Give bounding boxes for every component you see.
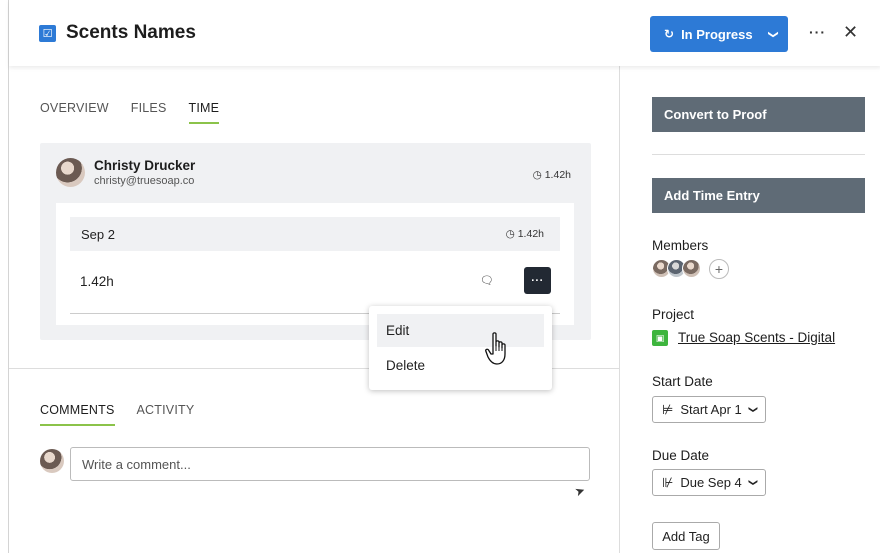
more-options-button[interactable]: ···	[809, 24, 826, 40]
tab-time[interactable]: TIME	[188, 101, 220, 124]
calendar-start-icon: ⊭	[662, 401, 674, 417]
start-date-button[interactable]: ⊭ Start Apr 1 ❯	[652, 396, 767, 423]
project-folder-icon: ▣	[652, 330, 668, 346]
tab-activity[interactable]: ACTIVITY	[137, 403, 195, 426]
menu-item-edit[interactable]: Edit	[377, 314, 544, 347]
entry-hours: 1.42h	[80, 274, 114, 289]
progress-icon: ↻	[664, 27, 675, 41]
task-header: ☑ Scents Names ↻ In Progress ❯ ··· ✕	[9, 0, 880, 66]
date-label: Sep 2	[81, 227, 115, 242]
clock-icon: ◷	[505, 228, 515, 240]
chevron-down-icon: ❯	[767, 29, 779, 39]
add-member-icon[interactable]: +	[709, 259, 729, 279]
tab-comments[interactable]: COMMENTS	[40, 403, 115, 426]
avatar	[56, 158, 85, 187]
convert-to-proof-button[interactable]: Convert to Proof	[652, 97, 865, 132]
sidebar: Convert to Proof Add Time Entry Members …	[619, 66, 880, 553]
project-label: Project	[652, 307, 695, 322]
chevron-down-icon: ❯	[748, 478, 759, 487]
status-dropdown-button[interactable]: ↻ In Progress ❯	[650, 16, 788, 52]
calendar-due-icon: ⊮	[662, 474, 674, 490]
tab-overview[interactable]: OVERVIEW	[40, 101, 109, 124]
comment-tabs: COMMENTS ACTIVITY	[40, 403, 194, 426]
user-name: Christy Drucker	[94, 158, 196, 173]
task-title: Scents Names	[66, 22, 196, 43]
avatar	[40, 449, 64, 473]
task-checkbox-icon: ☑	[39, 25, 56, 42]
comment-icon[interactable]: 🗨	[480, 274, 494, 287]
close-button[interactable]: ✕	[843, 22, 858, 43]
send-icon[interactable]: ➤	[573, 483, 587, 500]
add-time-entry-button[interactable]: Add Time Entry	[652, 178, 865, 213]
entry-context-menu: Edit Delete	[369, 306, 552, 390]
date-group-row: Sep 2 ◷ 1.42h	[70, 217, 560, 251]
user-total-time: ◷ 1.42h	[532, 169, 571, 181]
date-total-time: ◷ 1.42h	[505, 228, 544, 240]
detail-tabs: OVERVIEW FILES TIME	[40, 101, 220, 124]
divider	[652, 154, 865, 155]
user-email: christy@truesoap.co	[94, 175, 195, 187]
chevron-down-icon: ❯	[748, 405, 759, 414]
due-date-label: Due Date	[652, 448, 710, 463]
clock-icon: ◷	[532, 169, 542, 181]
add-tag-button[interactable]: Add Tag	[652, 522, 720, 550]
tab-files[interactable]: FILES	[131, 101, 167, 124]
members-label: Members	[652, 238, 709, 253]
avatar[interactable]	[682, 259, 701, 278]
menu-item-delete[interactable]: Delete	[377, 349, 544, 382]
entry-options-button[interactable]: ···	[524, 267, 551, 294]
hand-cursor-icon	[485, 332, 506, 365]
task-detail-window: ☑ Scents Names ↻ In Progress ❯ ··· ✕ OVE…	[8, 0, 880, 553]
start-date-label: Start Date	[652, 374, 713, 389]
comment-input[interactable]	[70, 447, 590, 481]
status-label: In Progress	[681, 26, 753, 42]
due-date-button[interactable]: ⊮ Due Sep 4 ❯	[652, 469, 767, 496]
project-link[interactable]: True Soap Scents - Digital	[678, 330, 835, 345]
